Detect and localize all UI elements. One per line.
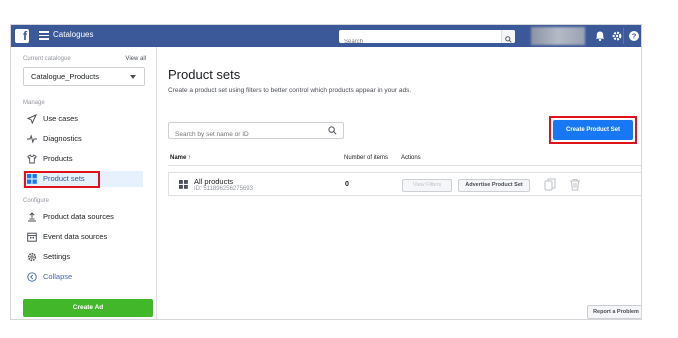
- calendar-icon: [27, 232, 37, 242]
- create-ad-button[interactable]: Create Ad: [23, 299, 153, 317]
- column-count-header: Number of items: [344, 155, 389, 161]
- product-set-name[interactable]: All products: [194, 177, 233, 186]
- nav-product-data-sources[interactable]: Product data sources: [23, 209, 143, 225]
- shirt-icon: [27, 154, 37, 164]
- svg-text:?: ?: [632, 32, 637, 41]
- collapse-button[interactable]: Collapse: [23, 269, 143, 285]
- global-search: [339, 30, 515, 49]
- column-actions-header: Actions: [401, 155, 421, 161]
- column-name-header[interactable]: Name ↑: [170, 155, 191, 161]
- catalogue-select-value: Catalogue_Products: [31, 72, 99, 81]
- advertise-product-set-button[interactable]: Advertise Product Set: [458, 179, 530, 192]
- main-content: Product sets Create a product set using …: [158, 47, 641, 319]
- collapse-label: Collapse: [43, 272, 73, 281]
- nav-label: Products: [43, 154, 73, 163]
- bell-icon[interactable]: [594, 30, 606, 42]
- report-problem-button[interactable]: Report a Problem: [587, 305, 641, 319]
- table-row[interactable]: All products ID: 511896256275693 0 View …: [168, 172, 641, 196]
- product-set-icon: [179, 180, 188, 189]
- search-icon: [505, 36, 512, 43]
- account-avatar[interactable]: [531, 27, 585, 45]
- product-set-search-input[interactable]: [169, 127, 319, 142]
- highlight-box: [24, 171, 100, 188]
- manage-section-title: Manage: [23, 100, 45, 106]
- app-window: f Catalogues ? Current catalogue View al…: [10, 24, 642, 320]
- help-icon[interactable]: ?: [628, 30, 640, 42]
- view-filters-button[interactable]: View Filters: [402, 179, 452, 192]
- search-button[interactable]: [501, 30, 515, 43]
- app-title: Catalogues: [53, 30, 94, 39]
- facebook-logo[interactable]: f: [15, 29, 29, 43]
- nav-label: Event data sources: [43, 232, 108, 241]
- nav-label: Settings: [43, 252, 71, 261]
- topbar-divider: [623, 28, 624, 44]
- nav-settings[interactable]: Settings: [23, 249, 143, 265]
- pulse-icon: [27, 134, 37, 144]
- menu-icon[interactable]: [39, 31, 49, 40]
- caret-down-icon: [130, 75, 136, 79]
- duplicate-icon[interactable]: [544, 178, 556, 191]
- nav-label: Use cases: [43, 114, 79, 123]
- item-count: 0: [345, 181, 349, 188]
- sidebar: Current catalogue View all Catalogue_Pro…: [11, 47, 157, 319]
- product-set-id: ID: 511896256275693: [194, 186, 253, 192]
- gear-icon[interactable]: [611, 30, 623, 42]
- top-bar: f Catalogues ?: [11, 25, 641, 49]
- nav-products[interactable]: Products: [23, 151, 143, 167]
- current-catalogue-label: Current catalogue: [23, 56, 71, 62]
- search-icon: [328, 126, 337, 135]
- configure-section-title: Configure: [23, 198, 50, 204]
- view-all-link[interactable]: View all: [125, 56, 146, 62]
- upload-icon: [28, 212, 36, 222]
- nav-use-cases[interactable]: Use cases: [23, 111, 143, 127]
- rocket-icon: [27, 114, 37, 124]
- nav-label: Product data sources: [43, 212, 114, 221]
- collapse-icon: [27, 272, 37, 282]
- nav-event-data-sources[interactable]: Event data sources: [23, 229, 143, 245]
- highlight-box: [549, 116, 637, 144]
- nav-label: Diagnostics: [43, 134, 82, 143]
- trash-icon[interactable]: [569, 178, 581, 191]
- table-header: Name ↑ Number of items Actions: [168, 152, 641, 166]
- gear-icon: [27, 252, 37, 262]
- page-title: Product sets: [168, 67, 241, 82]
- catalogue-select[interactable]: Catalogue_Products: [23, 67, 145, 86]
- nav-diagnostics[interactable]: Diagnostics: [23, 131, 143, 147]
- product-set-search: [168, 122, 344, 142]
- product-sets-table: Name ↑ Number of items Actions All produ…: [168, 152, 641, 196]
- page-description: Create a product set using filters to be…: [168, 87, 412, 94]
